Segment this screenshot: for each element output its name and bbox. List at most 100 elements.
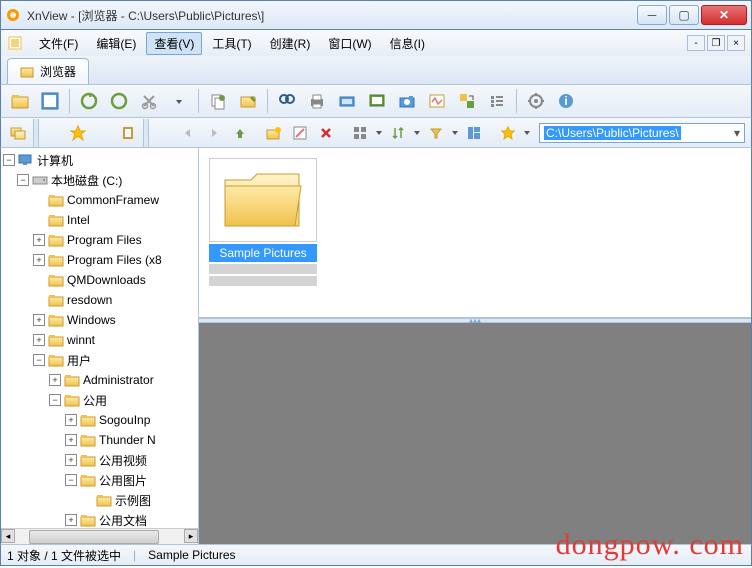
thumb-sample-pictures[interactable]: Sample Pictures	[209, 158, 317, 286]
dropdown-icon[interactable]	[413, 126, 421, 140]
nav-clipboard[interactable]	[117, 122, 139, 144]
tree-item[interactable]: QMDownloads	[67, 273, 146, 287]
tool-paste[interactable]	[235, 88, 261, 114]
nav-forward[interactable]	[203, 122, 225, 144]
tool-settings[interactable]	[523, 88, 549, 114]
tree-computer[interactable]: 计算机	[37, 152, 73, 169]
tree-item[interactable]: Windows	[67, 313, 116, 327]
tree-hscrollbar[interactable]: ◂ ▸	[1, 528, 198, 544]
scroll-thumb[interactable]	[29, 530, 159, 544]
nav-favorites[interactable]	[497, 122, 519, 144]
mdi-minimize[interactable]: -	[687, 35, 705, 51]
nav-newfolder[interactable]	[263, 122, 285, 144]
folder-tree[interactable]: −计算机 −本地磁盘 (C:) CommonFramew Intel +Prog…	[1, 148, 198, 532]
tree-item[interactable]: CommonFramew	[67, 193, 159, 207]
nav-delete[interactable]	[315, 122, 337, 144]
menu-tools[interactable]: 工具(T)	[204, 32, 259, 55]
dropdown-icon[interactable]	[375, 126, 383, 140]
tree-item[interactable]: resdown	[67, 293, 112, 307]
tree-item[interactable]: Program Files	[67, 233, 142, 247]
doc-icon	[7, 35, 23, 51]
tool-edit-image[interactable]	[424, 88, 450, 114]
tree-item[interactable]: SogouInp	[99, 413, 150, 427]
tool-dropdown[interactable]	[166, 88, 192, 114]
nav-toolbar: C:\Users\Public\Pictures\ ▾	[0, 118, 752, 148]
tree-item[interactable]: Program Files (x8	[67, 253, 162, 267]
tree-item[interactable]: winnt	[67, 333, 95, 347]
tree-expand-icon[interactable]: +	[33, 334, 45, 346]
menu-file[interactable]: 文件(F)	[31, 32, 86, 55]
tree-expand-icon[interactable]: +	[33, 254, 45, 266]
menu-create[interactable]: 创建(R)	[262, 32, 319, 55]
tree-expand-icon[interactable]: +	[33, 314, 45, 326]
dropdown-icon[interactable]	[523, 126, 531, 140]
folder-icon	[48, 313, 64, 327]
nav-edit[interactable]	[289, 122, 311, 144]
tool-convert[interactable]	[454, 88, 480, 114]
nav-layout[interactable]	[463, 122, 485, 144]
tree-item[interactable]: 示例图	[115, 492, 151, 509]
nav-favorite-add[interactable]	[67, 122, 89, 144]
tree-expand-icon[interactable]: +	[65, 454, 77, 466]
tree-item[interactable]: Thunder N	[99, 433, 156, 447]
menu-view[interactable]: 查看(V)	[146, 32, 202, 55]
tool-help[interactable]: i	[553, 88, 579, 114]
tool-slideshow[interactable]	[364, 88, 390, 114]
scroll-right-icon[interactable]: ▸	[184, 529, 198, 543]
maximize-button[interactable]: ▢	[669, 5, 699, 25]
tool-cut[interactable]	[136, 88, 162, 114]
tool-stop[interactable]	[106, 88, 132, 114]
menu-edit[interactable]: 编辑(E)	[88, 32, 144, 55]
address-text: C:\Users\Public\Pictures\	[544, 126, 681, 140]
tree-collapse-icon[interactable]: −	[3, 154, 15, 166]
tool-open[interactable]	[7, 88, 33, 114]
nav-folders[interactable]	[7, 122, 29, 144]
thumbnail-pane[interactable]: Sample Pictures	[199, 148, 751, 318]
mdi-close[interactable]: ×	[727, 35, 745, 51]
tree-item[interactable]: 公用文档	[99, 512, 147, 529]
tabbar: 浏览器	[0, 56, 752, 84]
tool-print[interactable]	[304, 88, 330, 114]
nav-back[interactable]	[177, 122, 199, 144]
address-dropdown-icon[interactable]: ▾	[734, 126, 740, 140]
tab-browser[interactable]: 浏览器	[7, 58, 89, 84]
tree-item[interactable]: 公用图片	[99, 472, 147, 489]
nav-view-mode[interactable]	[349, 122, 371, 144]
close-button[interactable]: ✕	[701, 5, 747, 25]
nav-splitter[interactable]	[33, 119, 39, 147]
tree-collapse-icon[interactable]: −	[33, 354, 45, 366]
tree-expand-icon[interactable]: +	[65, 414, 77, 426]
tree-expand-icon[interactable]: +	[49, 374, 61, 386]
tool-list[interactable]	[484, 88, 510, 114]
tool-refresh[interactable]	[76, 88, 102, 114]
tree-item[interactable]: 用户	[67, 352, 91, 369]
tree-item[interactable]: 公用视频	[99, 452, 147, 469]
tool-camera[interactable]	[394, 88, 420, 114]
nav-up[interactable]	[229, 122, 251, 144]
tree-expand-icon[interactable]: +	[65, 514, 77, 526]
tool-scan[interactable]	[334, 88, 360, 114]
tree-item[interactable]: Administrator	[83, 373, 154, 387]
tree-item[interactable]: Intel	[67, 213, 90, 227]
tree-item[interactable]: 公用	[83, 392, 107, 409]
mdi-restore[interactable]: ❐	[707, 35, 725, 51]
dropdown-icon[interactable]	[451, 126, 459, 140]
menu-info[interactable]: 信息(I)	[382, 32, 433, 55]
tree-collapse-icon[interactable]: −	[65, 474, 77, 486]
tree-collapse-icon[interactable]: −	[49, 394, 61, 406]
tree-collapse-icon[interactable]: −	[17, 174, 29, 186]
tree-expand-icon[interactable]: +	[33, 234, 45, 246]
folder-tree-pane: −计算机 −本地磁盘 (C:) CommonFramew Intel +Prog…	[1, 148, 199, 544]
tree-expand-icon[interactable]: +	[65, 434, 77, 446]
nav-sort[interactable]	[387, 122, 409, 144]
tool-find[interactable]	[274, 88, 300, 114]
minimize-button[interactable]: ─	[637, 5, 667, 25]
menu-window[interactable]: 窗口(W)	[320, 32, 379, 55]
tool-copy[interactable]	[205, 88, 231, 114]
scroll-left-icon[interactable]: ◂	[1, 529, 15, 543]
nav-splitter-2[interactable]	[143, 119, 149, 147]
address-bar[interactable]: C:\Users\Public\Pictures\ ▾	[539, 123, 745, 143]
nav-filter[interactable]	[425, 122, 447, 144]
tool-fullscreen[interactable]	[37, 88, 63, 114]
tree-drive-c[interactable]: 本地磁盘 (C:)	[51, 172, 122, 189]
